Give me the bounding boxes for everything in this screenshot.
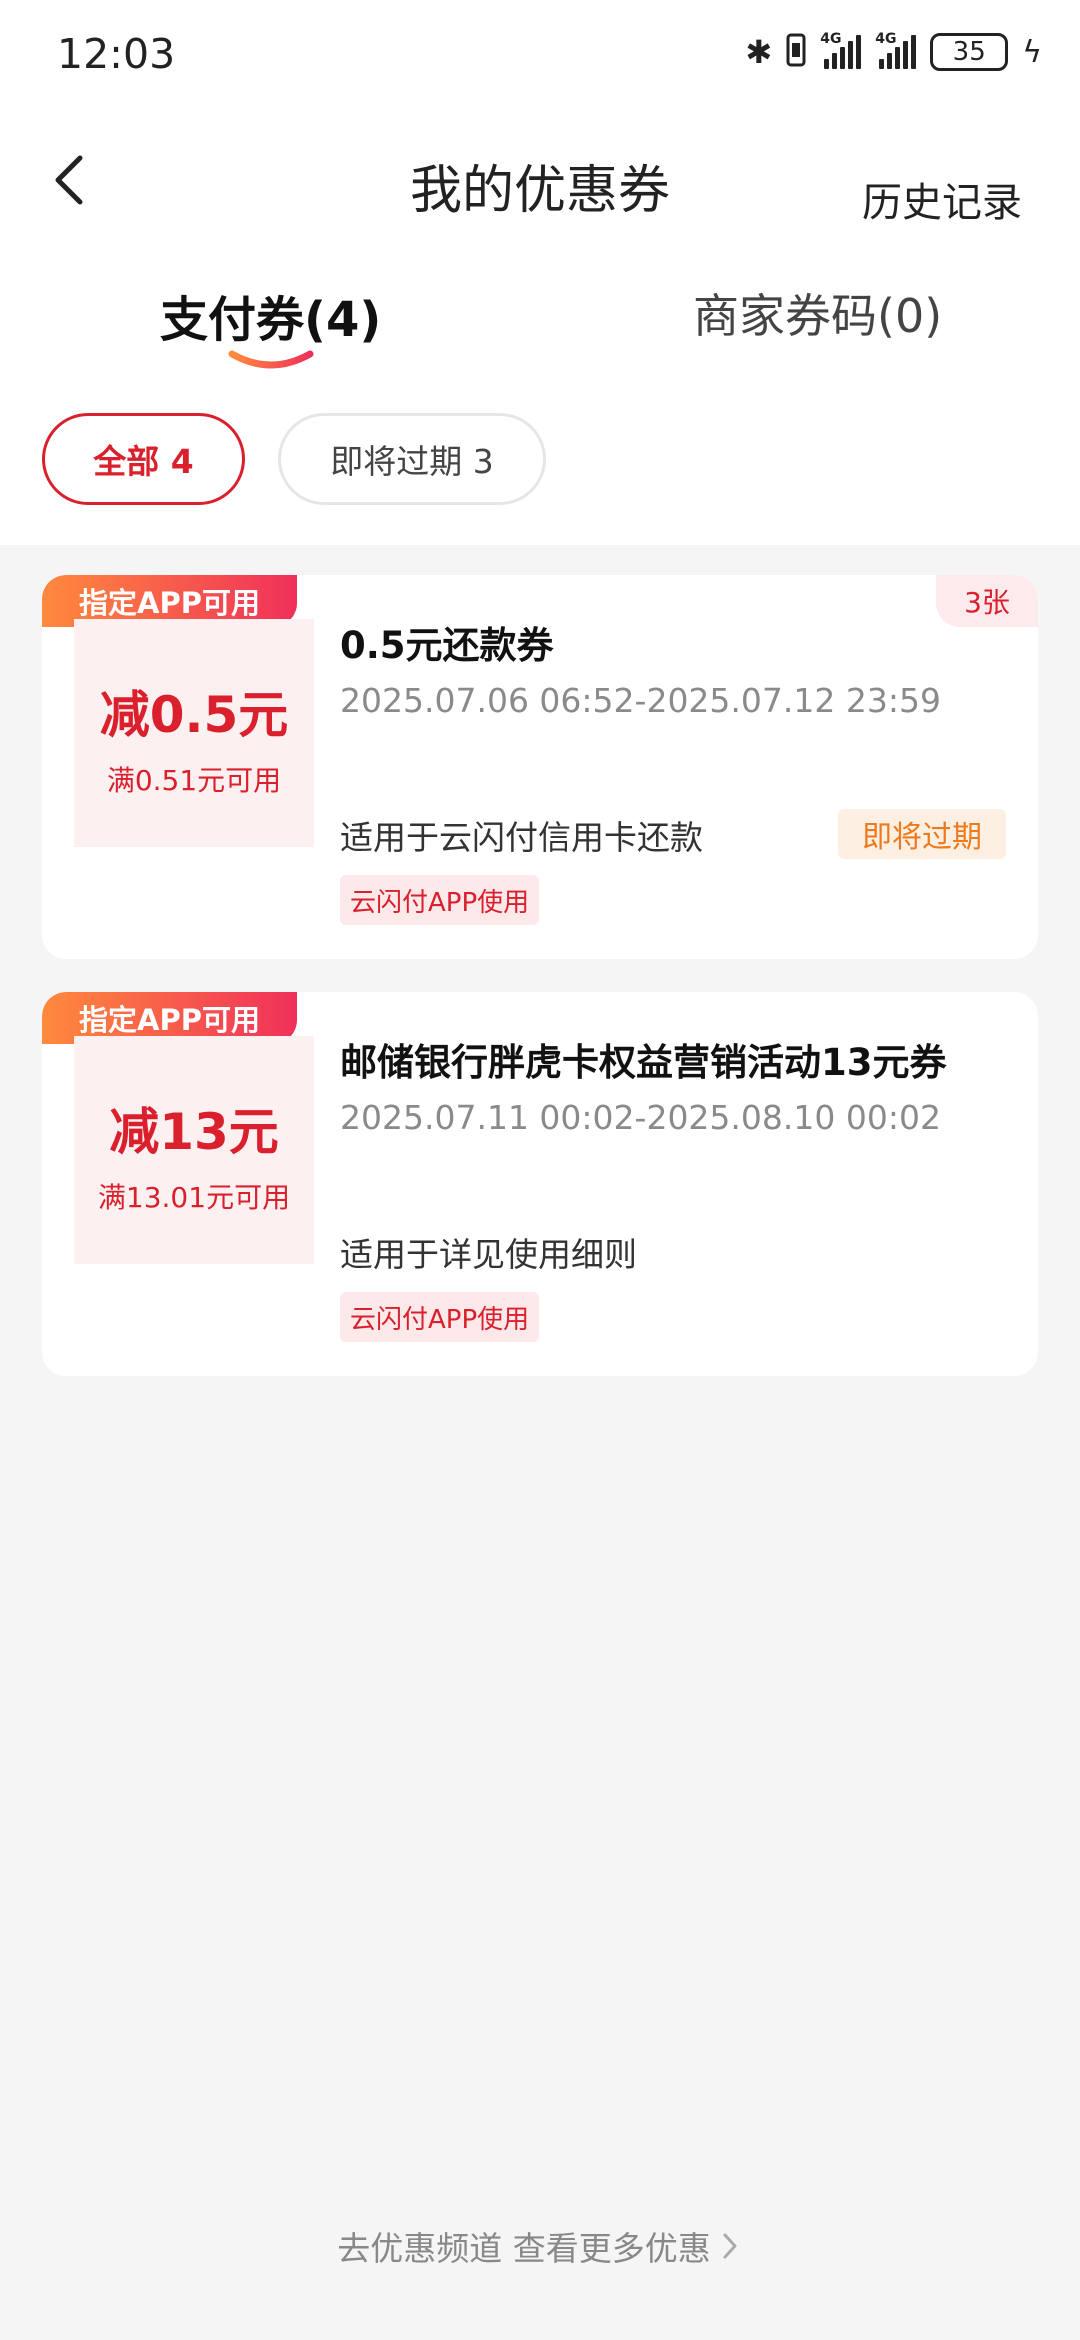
status-time: 12:03	[57, 30, 176, 78]
bluetooth-icon: ✱	[745, 33, 773, 71]
active-tab-indicator	[228, 350, 314, 369]
coupon-date-range: 2025.07.11 00:02-2025.08.10 00:02	[340, 1098, 941, 1137]
tab-payment-coupons[interactable]: 支付券(4)	[160, 280, 381, 350]
coupon-card[interactable]: 指定APP可用 减13元 满13.01元可用 邮储银行胖虎卡权益营销活动13元券…	[42, 992, 1038, 1376]
coupon-tabs: 支付券(4) 商家券码(0)	[0, 280, 1080, 380]
coupon-condition: 满0.51元可用	[106, 764, 282, 797]
filter-expiring-soon[interactable]: 即将过期 3	[278, 413, 546, 505]
coupon-card[interactable]: 指定APP可用 减0.5元 满0.51元可用 0.5元还款券 2025.07.0…	[42, 575, 1038, 959]
coupon-title: 邮储银行胖虎卡权益营销活动13元券	[340, 1041, 947, 1084]
coupon-value-box: 减13元 满13.01元可用	[74, 1036, 314, 1264]
more-offers-link[interactable]: 去优惠频道 查看更多优惠	[0, 2222, 1080, 2270]
chevron-right-icon	[723, 2233, 737, 2259]
coupon-scope: 适用于详见使用细则	[340, 1235, 637, 1274]
vibrate-icon	[786, 33, 806, 71]
history-button[interactable]: 历史记录	[862, 170, 1022, 228]
coupon-discount: 减13元	[109, 1103, 279, 1161]
status-icons: ✱ 4G 4G 35 ϟ	[745, 30, 1042, 74]
coupon-condition: 满13.01元可用	[97, 1181, 291, 1214]
battery-icon: 35	[930, 33, 1009, 71]
network-type-label: 4G	[875, 31, 897, 47]
signal-icon: 4G	[820, 31, 862, 69]
channel-tag: 云闪付APP使用	[340, 875, 540, 925]
status-bar: 12:03 ✱ 4G 4G 35 ϟ	[0, 0, 1080, 110]
header: 我的优惠券 历史记录	[0, 130, 1080, 230]
coupon-count-badge: 3张	[936, 575, 1038, 627]
coupon-discount: 减0.5元	[99, 686, 289, 744]
network-type-label: 4G	[820, 31, 842, 47]
more-offers-label: 去优惠频道 查看更多优惠	[337, 2229, 711, 2268]
signal-icon: 4G	[875, 31, 917, 69]
tab-merchant-codes[interactable]: 商家券码(0)	[693, 280, 942, 346]
channel-tag: 云闪付APP使用	[340, 1292, 540, 1342]
charging-icon: ϟ	[1022, 34, 1042, 70]
expiring-soon-badge: 即将过期	[838, 809, 1006, 859]
coupon-date-range: 2025.07.06 06:52-2025.07.12 23:59	[340, 681, 941, 720]
filter-all[interactable]: 全部 4	[42, 413, 245, 505]
coupon-scope: 适用于云闪付信用卡还款	[340, 818, 703, 857]
coupon-title: 0.5元还款券	[340, 624, 554, 667]
coupon-value-box: 减0.5元 满0.51元可用	[74, 619, 314, 847]
